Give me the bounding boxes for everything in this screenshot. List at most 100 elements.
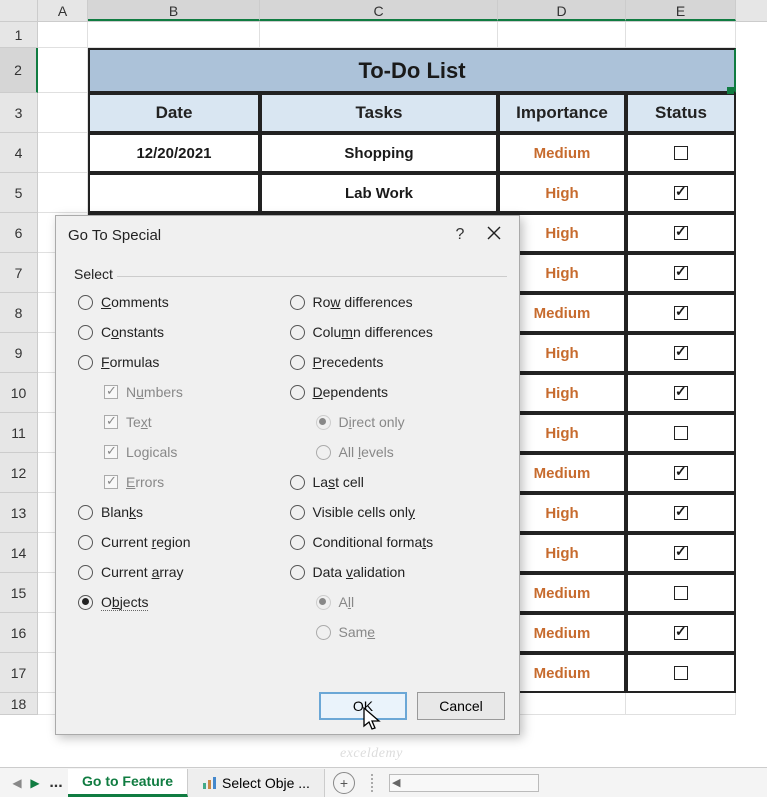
radio-visible-cells[interactable]: Visible cells only [290, 497, 502, 527]
col-header-a[interactable]: A [38, 0, 88, 21]
new-sheet-button[interactable]: + [333, 772, 355, 794]
row-header-2[interactable]: 2 [0, 48, 38, 93]
checkbox[interactable] [674, 306, 688, 320]
sheet-tab-next[interactable]: Select Obje ... [188, 769, 325, 797]
tab-nav-next[interactable]: ▶ [26, 776, 44, 790]
checkbox[interactable] [674, 626, 688, 640]
row-header-18[interactable]: 18 [0, 693, 38, 715]
row-header-10[interactable]: 10 [0, 373, 38, 413]
cell-date[interactable] [88, 173, 260, 213]
checkbox[interactable] [674, 346, 688, 360]
header-tasks[interactable]: Tasks [260, 93, 498, 133]
cell[interactable] [38, 93, 88, 133]
row-header-1[interactable]: 1 [0, 22, 38, 48]
cell-status[interactable] [626, 413, 736, 453]
row-header-17[interactable]: 17 [0, 653, 38, 693]
cancel-button[interactable]: Cancel [417, 692, 505, 720]
col-header-c[interactable]: C [260, 0, 498, 21]
help-button[interactable]: ? [443, 226, 477, 244]
row-header-14[interactable]: 14 [0, 533, 38, 573]
cell-status[interactable] [626, 573, 736, 613]
cell-importance[interactable]: High [498, 173, 626, 213]
radio-comments[interactable]: Comments [78, 287, 290, 317]
cell[interactable] [88, 22, 260, 48]
cell-status[interactable] [626, 453, 736, 493]
checkbox[interactable] [674, 466, 688, 480]
dialog-titlebar[interactable]: Go To Special ? [56, 216, 519, 254]
header-status[interactable]: Status [626, 93, 736, 133]
close-button[interactable] [477, 226, 511, 245]
checkbox[interactable] [674, 506, 688, 520]
row-header-9[interactable]: 9 [0, 333, 38, 373]
cell-task[interactable]: Lab Work [260, 173, 498, 213]
cell-status[interactable] [626, 213, 736, 253]
checkbox[interactable] [674, 186, 688, 200]
cell[interactable] [260, 22, 498, 48]
col-header-e[interactable]: E [626, 0, 736, 21]
cell-importance[interactable]: Medium [498, 133, 626, 173]
row-header-6[interactable]: 6 [0, 213, 38, 253]
radio-precedents[interactable]: Precedents [290, 347, 502, 377]
cell[interactable] [38, 48, 88, 93]
radio-dependents[interactable]: Dependents [290, 377, 502, 407]
cell-status[interactable] [626, 373, 736, 413]
header-importance[interactable]: Importance [498, 93, 626, 133]
selection-handle[interactable] [727, 87, 734, 94]
row-header-16[interactable]: 16 [0, 613, 38, 653]
checkbox[interactable] [674, 146, 688, 160]
checkbox[interactable] [674, 266, 688, 280]
cell-status[interactable] [626, 173, 736, 213]
cell[interactable] [38, 173, 88, 213]
tab-nav-prev[interactable]: ◀ [8, 776, 26, 790]
cell-status[interactable] [626, 293, 736, 333]
checkbox[interactable] [674, 666, 688, 680]
col-header-d[interactable]: D [498, 0, 626, 21]
cell-status[interactable] [626, 533, 736, 573]
row-header-5[interactable]: 5 [0, 173, 38, 213]
row-header-15[interactable]: 15 [0, 573, 38, 613]
cell[interactable] [498, 22, 626, 48]
cell-task[interactable]: Shopping [260, 133, 498, 173]
radio-col-diff[interactable]: Column differences [290, 317, 502, 347]
ok-button[interactable]: OK [319, 692, 407, 720]
cell-status[interactable] [626, 333, 736, 373]
radio-data-validation[interactable]: Data validation [290, 557, 502, 587]
radio-last-cell[interactable]: Last cell [290, 467, 502, 497]
select-all-corner[interactable] [0, 0, 38, 21]
col-header-b[interactable]: B [88, 0, 260, 21]
checkbox[interactable] [674, 586, 688, 600]
row-header-11[interactable]: 11 [0, 413, 38, 453]
checkbox[interactable] [674, 226, 688, 240]
row-header-7[interactable]: 7 [0, 253, 38, 293]
title-cell[interactable]: To-Do List [88, 48, 736, 93]
radio-objects[interactable]: Objects [78, 587, 290, 617]
radio-conditional-formats[interactable]: Conditional formats [290, 527, 502, 557]
cell-status[interactable] [626, 493, 736, 533]
cell-status[interactable] [626, 653, 736, 693]
radio-current-region[interactable]: Current region [78, 527, 290, 557]
radio-formulas[interactable]: Formulas [78, 347, 290, 377]
checkbox[interactable] [674, 386, 688, 400]
cell[interactable] [38, 22, 88, 48]
row-header-13[interactable]: 13 [0, 493, 38, 533]
checkbox[interactable] [674, 426, 688, 440]
row-header-4[interactable]: 4 [0, 133, 38, 173]
row-header-12[interactable]: 12 [0, 453, 38, 493]
row-header-3[interactable]: 3 [0, 93, 38, 133]
cell-status[interactable] [626, 613, 736, 653]
header-date[interactable]: Date [88, 93, 260, 133]
cell-date[interactable]: 12/20/2021 [88, 133, 260, 173]
radio-current-array[interactable]: Current array [78, 557, 290, 587]
row-header-8[interactable]: 8 [0, 293, 38, 333]
radio-blanks[interactable]: Blanks [78, 497, 290, 527]
sheet-tab-active[interactable]: Go to Feature [68, 769, 188, 797]
cell[interactable] [626, 22, 736, 48]
horizontal-scrollbar[interactable]: ◀ [389, 774, 539, 792]
checkbox[interactable] [674, 546, 688, 560]
cell-status[interactable] [626, 253, 736, 293]
radio-row-diff[interactable]: Row differences [290, 287, 502, 317]
cell[interactable] [626, 693, 736, 715]
cell-status[interactable] [626, 133, 736, 173]
tab-overflow[interactable]: ... [44, 774, 68, 792]
cell[interactable] [38, 133, 88, 173]
